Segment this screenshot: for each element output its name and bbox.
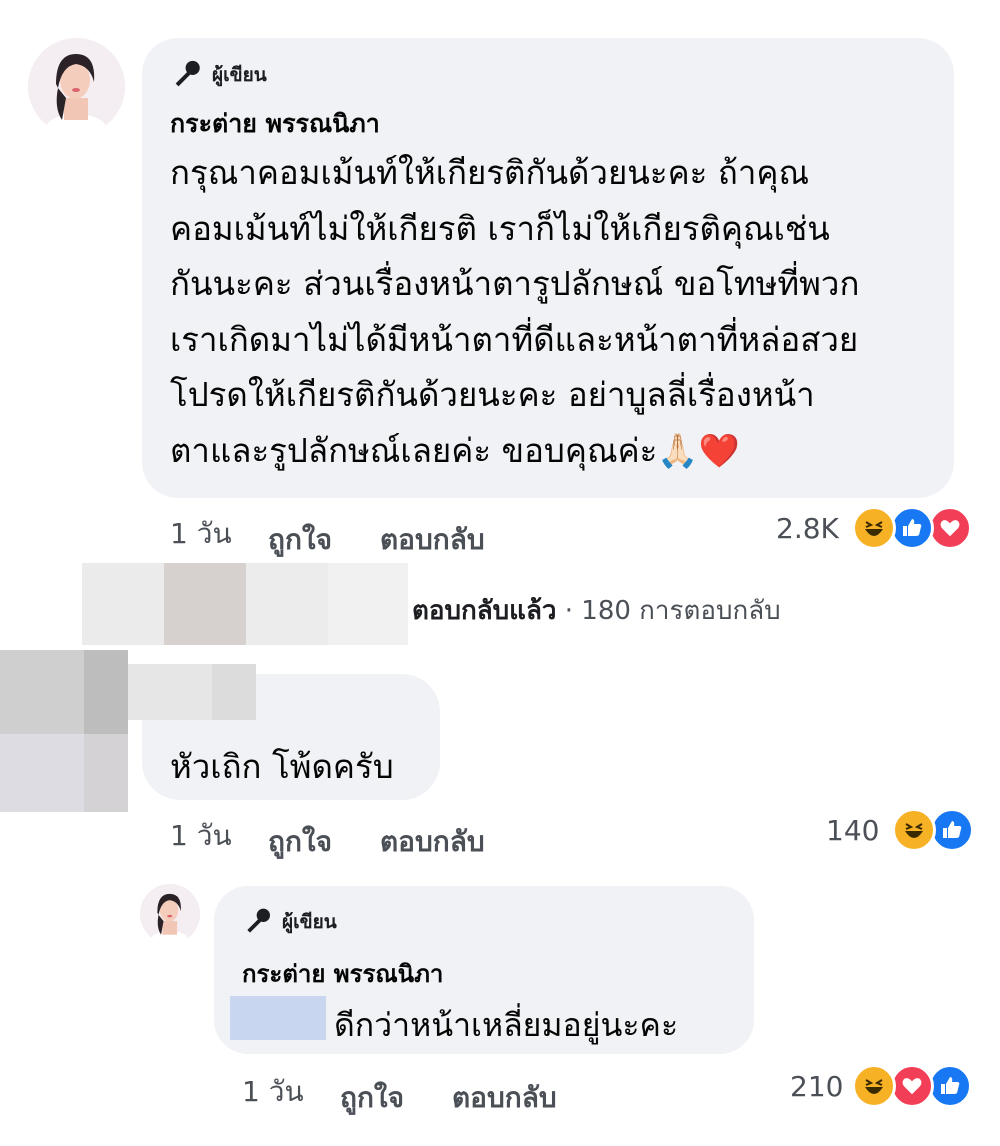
comment-line: กรุณาคอมเม้นท์ให้เกียรติกันด้วยนะคะ ถ้าค… (170, 153, 810, 192)
like-icon (930, 808, 974, 852)
avatar-photo (140, 884, 200, 944)
reaction-count[interactable]: 140 (826, 814, 879, 847)
comment-timestamp[interactable]: 1 วัน (170, 814, 232, 858)
replied-label: ตอบกลับแล้ว (412, 596, 557, 626)
author-badge-label: ผู้เขียน (212, 64, 267, 86)
comment-timestamp[interactable]: 1 วัน (242, 1070, 304, 1114)
mention-tag[interactable] (230, 996, 326, 1040)
like-link[interactable]: ถูกใจ (268, 820, 332, 864)
like-link[interactable]: ถูกใจ (340, 1076, 404, 1120)
reaction-icons[interactable] (852, 506, 972, 550)
reply-link[interactable]: ตอบกลับ (380, 820, 485, 864)
like-link[interactable]: ถูกใจ (268, 518, 332, 562)
comment-line: ตาและรูปลักษณ์เลยค่ะ ขอบคุณค่ะ🙏🏻❤️ (170, 430, 740, 470)
comment-author-name[interactable]: กระต่าย พรรณนิภา (242, 954, 443, 993)
reaction-count[interactable]: 2.8K (776, 512, 839, 545)
like-icon (928, 1064, 972, 1108)
reply-link[interactable]: ตอบกลับ (380, 518, 485, 562)
haha-icon (852, 506, 896, 550)
comment-text: หัวเถิก โพ้ดครับ (170, 747, 394, 786)
comment-text: กรุณาคอมเม้นท์ให้เกียรติกันด้วยนะคะ ถ้าค… (170, 145, 859, 478)
comment-line: กันนะคะ ส่วนเรื่องหน้าตารูปลักษณ์ ขอโทษท… (170, 264, 860, 303)
comment-line: เราเกิดมาไม่ได้มีหน้าตาที่ดีและหน้าตาที่… (170, 319, 859, 359)
comment-author-name[interactable]: กระต่าย พรรณนิภา (170, 104, 380, 144)
avatar-photo (28, 38, 125, 135)
author-badge: ผู้เขียน (170, 58, 267, 92)
haha-icon (892, 808, 936, 852)
comment-timestamp[interactable]: 1 วัน (170, 512, 232, 556)
reply-link[interactable]: ตอบกลับ (452, 1076, 557, 1120)
reply-count: 180 การตอบกลับ (581, 596, 781, 626)
author-badge: ผู้เขียน (242, 906, 337, 938)
blurred-avatars (82, 563, 408, 645)
reaction-icons[interactable] (892, 808, 974, 852)
comment-line: คอมเม้นท์ไม่ให้เกียรติ เราก็ไม่ให้เกียรต… (170, 208, 830, 248)
separator: · (564, 596, 574, 626)
reaction-count[interactable]: 210 (790, 1070, 843, 1103)
microphone-icon (175, 60, 200, 87)
microphone-icon (247, 908, 270, 933)
comment-text: ดีกว่าหน้าเหลี่ยมอยู่นะคะ (334, 1006, 679, 1044)
love-icon (890, 1064, 934, 1108)
haha-icon (852, 1064, 896, 1108)
avatar[interactable] (28, 38, 125, 135)
love-icon (928, 506, 972, 550)
comment-line: โปรดให้เกียรติกันด้วยนะคะ อย่าบูลลี่เรื่… (170, 375, 815, 414)
view-replies-link[interactable]: ตอบกลับแล้ว · 180 การตอบกลับ (412, 590, 781, 631)
reaction-icons[interactable] (852, 1064, 972, 1108)
avatar[interactable] (140, 884, 200, 944)
author-badge-label: ผู้เขียน (282, 911, 337, 933)
like-icon (890, 506, 934, 550)
